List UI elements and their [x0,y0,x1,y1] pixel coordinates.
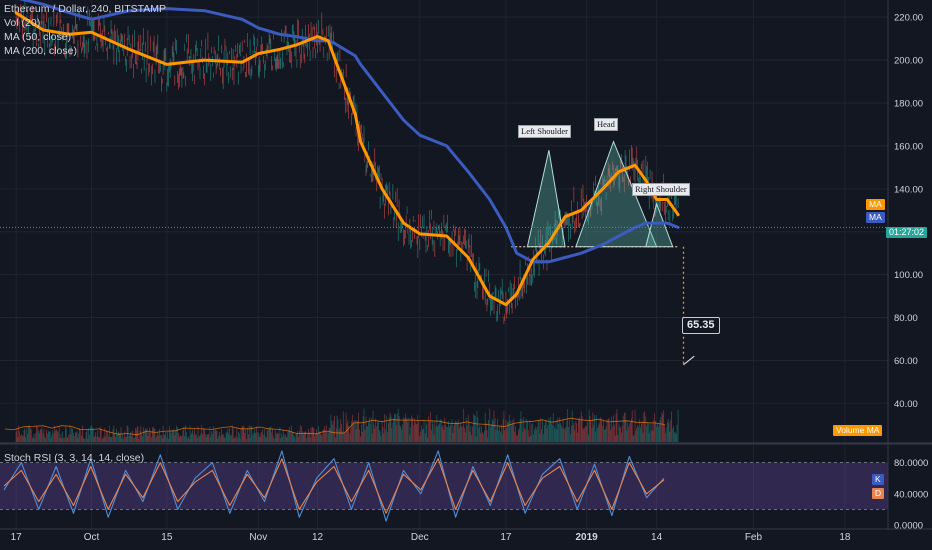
target-price-label[interactable]: 65.35 [682,317,720,334]
x-tick-label: Feb [745,532,763,543]
x-tick-label: 18 [839,532,851,543]
rsi-d-pill: D [872,488,885,499]
rsi-label[interactable]: Stoch RSI (3, 3, 14, 14, close) [4,451,144,465]
right-shoulder-label[interactable]: Right Shoulder [632,183,690,196]
x-tick-label: 12 [312,532,324,543]
x-tick-label: Oct [84,532,100,543]
rsi-tick-label: 40.0000 [894,489,928,500]
y-tick-label: 100.00 [894,270,923,281]
symbol-legend: Ethereum / Dollar, 240, BITSTAMP Vol (20… [4,2,166,58]
rsi-band [0,462,888,510]
y-tick-label: 140.00 [894,184,923,195]
volume-bars [4,408,679,442]
rsi-tick-label: 0.0000 [894,521,923,532]
x-tick-label: 17 [500,532,512,543]
y-tick-label: 80.00 [894,313,918,324]
indicator-ma200[interactable]: MA (200, close) [4,44,166,58]
indicator-vol[interactable]: Vol (20) [4,16,166,30]
y-tick-label: 200.00 [894,56,923,67]
indicator-ma50[interactable]: MA (50, close) [4,30,166,44]
symbol-line: Ethereum / Dollar, 240, BITSTAMP [4,3,167,15]
left-shoulder-shape [526,150,566,248]
y-tick-label: 180.00 [894,98,923,109]
rsi-tick-label: 80.0000 [894,458,928,469]
volume-ma-pill: Volume MA [833,425,883,436]
left-shoulder-label[interactable]: Left Shoulder [518,125,571,138]
x-tick-label: 15 [161,532,173,543]
rsi-k-pill: K [872,474,884,485]
x-tick-label: 17 [11,532,23,543]
x-tick-label: Dec [411,532,429,543]
x-tick-label: Nov [249,532,267,543]
grid [0,0,888,529]
y-tick-label: 220.00 [894,13,923,24]
chart-canvas[interactable]: 80.0000 40.0000 0.0000 220.00 200.00 180.00 1… [0,0,932,550]
x-tick-label: 14 [651,532,663,543]
countdown-pill: 01:27:02 [886,227,928,238]
y-tick-label: 60.00 [894,356,918,367]
ma200-price-pill: MA [866,212,885,223]
x-tick-label: 2019 [575,532,598,543]
y-tick-label: 160.00 [894,141,923,152]
y-tick-label: 40.00 [894,399,918,410]
head-label[interactable]: Head [594,118,618,131]
rsi-legend: Stoch RSI (3, 3, 14, 14, close) [4,451,144,465]
ma50-price-pill: MA [866,199,885,210]
